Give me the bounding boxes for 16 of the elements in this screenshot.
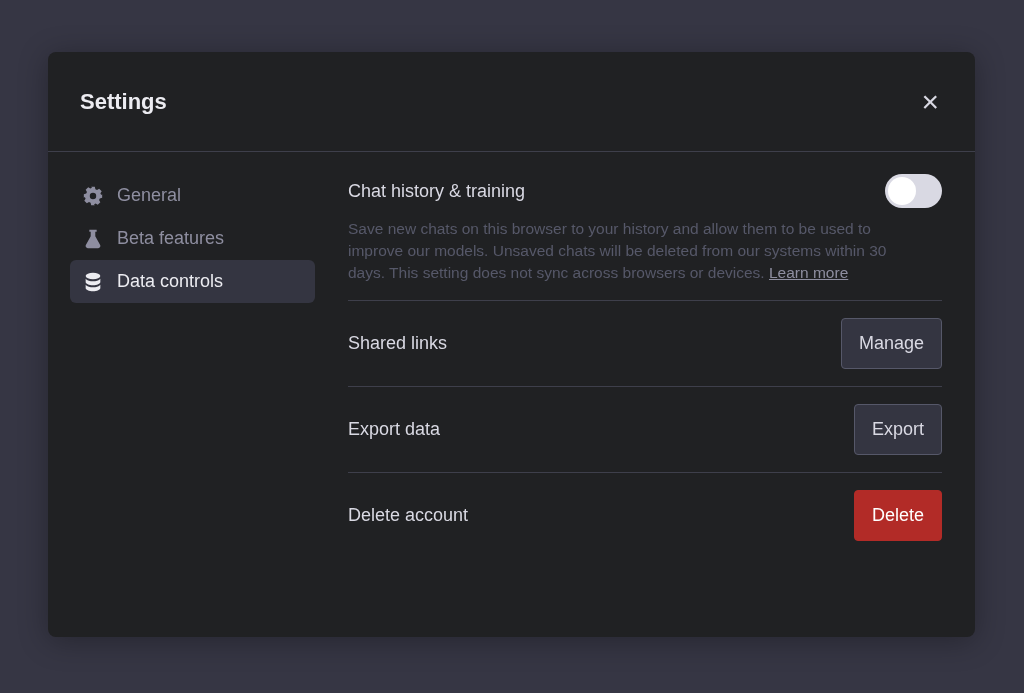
setting-label: Shared links bbox=[348, 333, 448, 354]
setting-label: Delete account bbox=[348, 505, 469, 526]
close-button[interactable]: × bbox=[917, 86, 943, 117]
action-button[interactable]: Export bbox=[853, 404, 942, 455]
dialog-title: Settings bbox=[80, 88, 167, 115]
sidebar-item[interactable]: Beta features bbox=[70, 217, 315, 260]
learn-more-link[interactable]: Learn more bbox=[769, 264, 849, 281]
delete-button[interactable]: Delete bbox=[853, 490, 942, 541]
setting-label: Chat history & training bbox=[348, 180, 526, 202]
action-button[interactable]: Manage bbox=[840, 318, 942, 369]
setting-description: Save new chats on this browser to your history and allow them to be used to improve our models. Unsaved chats will be deleted from our systems within 30 days. This setting does not sync across browsers or devices. Learn more bbox=[348, 219, 888, 283]
sidebar-item[interactable]: General bbox=[70, 174, 315, 217]
setting-label: Export data bbox=[348, 419, 441, 440]
toggle-switch[interactable] bbox=[885, 174, 942, 208]
sidebar-item[interactable]: Data controls bbox=[70, 260, 315, 303]
gear-icon bbox=[82, 184, 104, 207]
